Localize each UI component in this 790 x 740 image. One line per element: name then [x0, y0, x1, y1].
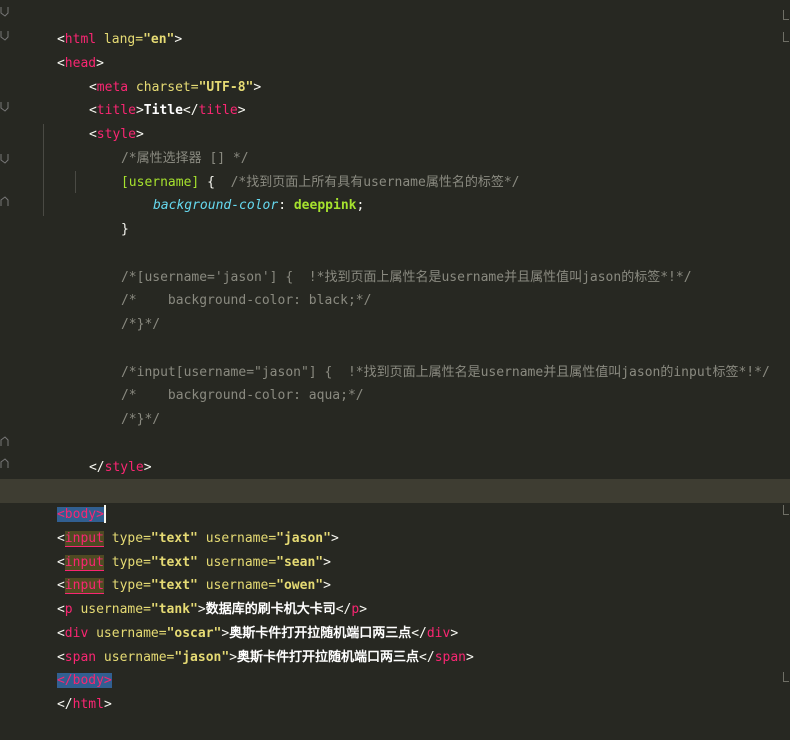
- code-line[interactable]: /*属性选择器 [] */: [0, 123, 790, 166]
- code-line[interactable]: </body>: [0, 645, 790, 688]
- code-line[interactable]: /*}*/: [0, 384, 790, 427]
- code-line[interactable]: <style>: [0, 99, 790, 142]
- code-line[interactable]: /*[username='jason'] { !*找到页面上属性名是userna…: [0, 242, 790, 285]
- code-line[interactable]: <span username="jason">奥斯卡件打开拉随机端口两三点</s…: [0, 622, 790, 665]
- comment: /*}*/: [120, 411, 161, 427]
- code-line[interactable]: <html lang="en">: [0, 4, 790, 47]
- token: }: [120, 221, 129, 237]
- code-line[interactable]: /* background-color: aqua;*/: [0, 360, 790, 403]
- code-line[interactable]: <input type="text" username="sean">: [0, 527, 790, 571]
- code-line[interactable]: </head>: [0, 455, 790, 498]
- code-line[interactable]: <div username="oscar">奥斯卡件打开拉随机端口两三点</di…: [0, 598, 790, 641]
- code-editor[interactable]: <html lang="en"> <head> <meta charset="U…: [0, 0, 790, 728]
- token: </: [56, 696, 73, 712]
- tag-name: html: [72, 696, 104, 712]
- code-line[interactable]: <head>: [0, 28, 790, 71]
- token: >: [103, 696, 112, 712]
- code-line[interactable]: /*}*/: [0, 289, 790, 332]
- code-line[interactable]: /* background-color: black;*/: [0, 265, 790, 308]
- current-line[interactable]: <body>: [0, 479, 790, 524]
- code-line[interactable]: <input type="text" username="owen">: [0, 550, 790, 594]
- code-line[interactable]: }: [0, 194, 790, 237]
- code-line[interactable]: </html>: [0, 669, 790, 712]
- code-line[interactable]: <input type="text" username="jason">: [0, 503, 790, 547]
- code-line[interactable]: <title>Title</title>: [0, 75, 790, 118]
- code-line[interactable]: </style>: [0, 432, 790, 475]
- code-line[interactable]: /*input[username="jason"] { !*找到页面上属性名是u…: [0, 337, 790, 380]
- code-line[interactable]: background-color: deeppink;: [0, 170, 790, 213]
- comment: /*}*/: [120, 316, 161, 332]
- code-line[interactable]: [username] { /*找到页面上所有具有username属性名的标签*/: [0, 147, 790, 190]
- code-line[interactable]: <p username="tank">数据库的刷卡机大卡司</p>: [0, 574, 790, 617]
- code-line[interactable]: <meta charset="UTF-8">: [0, 52, 790, 95]
